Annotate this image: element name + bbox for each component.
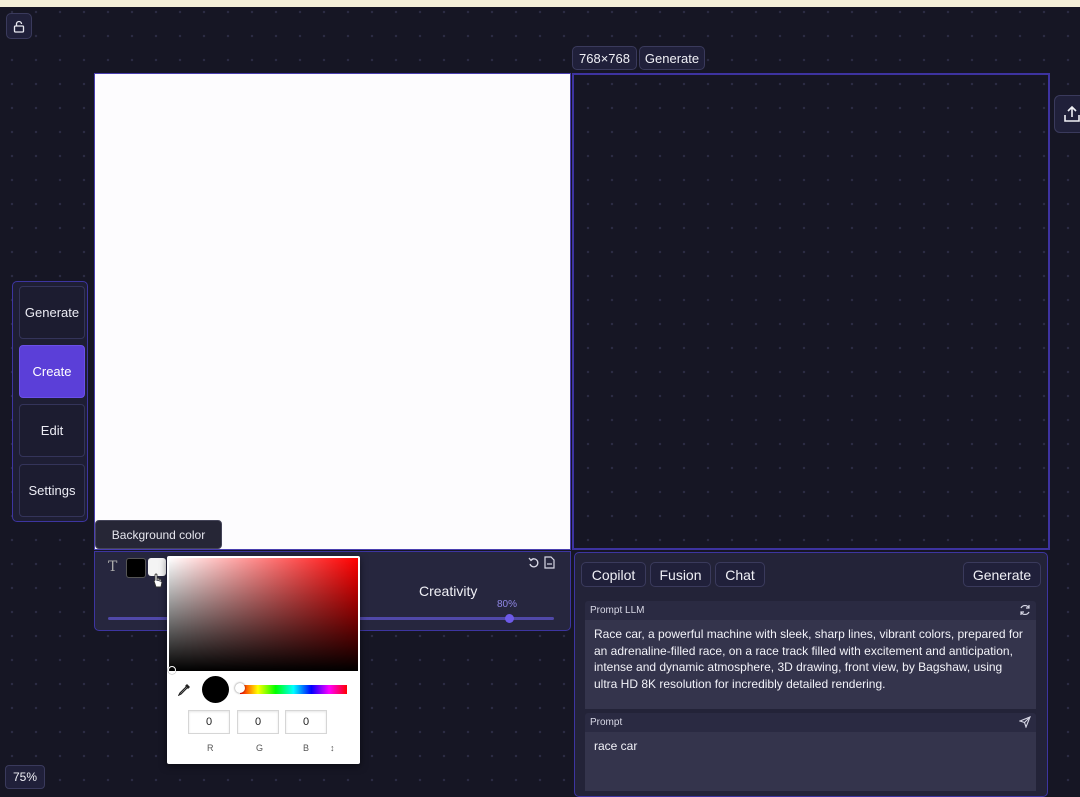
hand-cursor-icon [153,573,163,588]
creativity-label: Creativity [419,583,478,599]
sidebar-item-generate[interactable]: Generate [19,286,85,339]
prompt-input[interactable]: race car [585,732,1036,791]
send-icon[interactable] [1019,716,1031,728]
tab-copilot[interactable]: Copilot [581,562,646,587]
upload-icon [1064,105,1080,122]
generate-top-button[interactable]: Generate [639,46,705,70]
red-label: R [207,743,214,753]
lock-button[interactable] [6,13,32,39]
saturation-handle[interactable] [168,666,176,674]
prompt-llm-header: Prompt LLM [585,601,1036,620]
refresh-icon[interactable] [1019,604,1031,616]
canvas-size-label: 768×768 [572,46,637,70]
drawing-canvas[interactable] [94,73,571,550]
prompt-label: Prompt [590,717,623,728]
blue-label: B [303,743,310,753]
saturation-value-area[interactable] [168,558,358,674]
preview-area [572,73,1050,550]
mode-sidebar: Generate Create Edit Settings [12,281,88,522]
background-color-tooltip: Background color [95,520,222,549]
blue-input[interactable]: 0 [285,710,327,734]
clear-canvas-icon[interactable] [544,556,555,569]
prompt-llm-label: Prompt LLM [590,605,645,616]
prompt-header: Prompt [585,713,1036,732]
sidebar-item-edit[interactable]: Edit [19,404,85,457]
tab-chat[interactable]: Chat [715,562,765,587]
color-picker-popover: 0 0 0 R G B ↕ [167,556,360,764]
creativity-value: 80% [497,599,518,610]
format-toggle[interactable]: ↕ [330,743,335,753]
zoom-level[interactable]: 75% [5,765,45,789]
hue-slider-handle[interactable] [235,683,245,693]
tab-fusion[interactable]: Fusion [650,562,711,587]
red-input[interactable]: 0 [188,710,230,734]
green-input[interactable]: 0 [237,710,279,734]
color-preview [202,676,229,703]
sidebar-item-create[interactable]: Create [19,345,85,398]
eyedropper-icon[interactable] [178,683,191,696]
lock-icon [13,20,25,33]
green-label: G [256,743,264,753]
foreground-color-swatch[interactable] [126,558,146,578]
generate-button[interactable]: Generate [963,562,1041,587]
hue-slider[interactable] [240,685,347,694]
top-strip [0,0,1080,7]
undo-icon[interactable] [528,557,540,569]
share-button[interactable] [1054,95,1080,133]
text-tool-icon[interactable]: T [108,559,117,575]
prompt-llm-text[interactable]: Race car, a powerful machine with sleek,… [585,620,1036,709]
sidebar-item-settings[interactable]: Settings [19,464,85,517]
